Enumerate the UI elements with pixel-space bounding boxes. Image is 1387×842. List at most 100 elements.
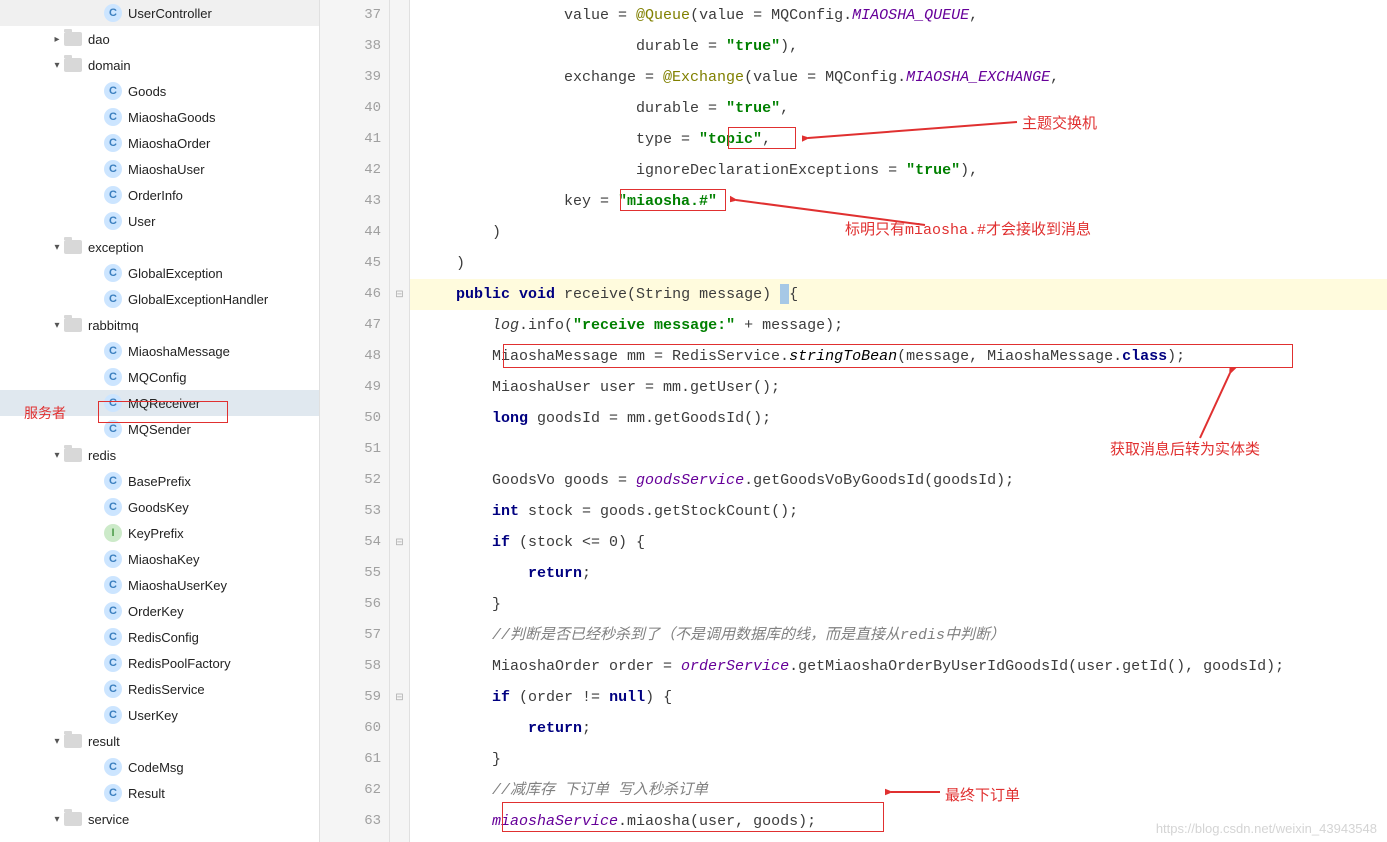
tree-file-keyprefix[interactable]: IKeyPrefix — [0, 520, 319, 546]
code-line[interactable]: int stock = goods.getStockCount(); — [410, 496, 1387, 527]
code-line[interactable]: if (stock <= 0) { — [410, 527, 1387, 558]
tree-file-baseprefix[interactable]: CBasePrefix — [0, 468, 319, 494]
code-line[interactable]: GoodsVo goods = goodsService.getGoodsVoB… — [410, 465, 1387, 496]
folder-icon — [64, 318, 82, 332]
tree-file-usercontroller[interactable]: CUserController — [0, 0, 319, 26]
fold-gutter[interactable]: ⊟ ⊟ ⊟ — [390, 0, 410, 842]
folder-icon — [64, 240, 82, 254]
fold-marker[interactable] — [390, 775, 409, 806]
class-icon: C — [104, 290, 122, 308]
tree-file-globalexception[interactable]: CGlobalException — [0, 260, 319, 286]
fold-marker[interactable]: ⊟ — [390, 682, 409, 713]
tree-file-miaoshagoods[interactable]: CMiaoshaGoods — [0, 104, 319, 130]
tree-file-mqconfig[interactable]: CMQConfig — [0, 364, 319, 390]
code-line[interactable]: if (order != null) { — [410, 682, 1387, 713]
code-line[interactable]: return; — [410, 713, 1387, 744]
tree-file-miaoshamessage[interactable]: CMiaoshaMessage — [0, 338, 319, 364]
code-line[interactable]: ignoreDeclarationExceptions = "true"), — [410, 155, 1387, 186]
tree-file-miaoshaorder[interactable]: CMiaoshaOrder — [0, 130, 319, 156]
fold-marker[interactable] — [390, 62, 409, 93]
code-line[interactable]: log.info("receive message:" + message); — [410, 310, 1387, 341]
fold-marker[interactable]: ⊟ — [390, 527, 409, 558]
fold-marker[interactable] — [390, 155, 409, 186]
fold-marker[interactable] — [390, 341, 409, 372]
fold-marker[interactable] — [390, 310, 409, 341]
class-icon: C — [104, 4, 122, 22]
fold-marker[interactable]: ⊟ — [390, 279, 409, 310]
code-line[interactable]: exchange = @Exchange(value = MQConfig.MI… — [410, 62, 1387, 93]
line-number: 58 — [320, 651, 381, 682]
tree-file-orderinfo[interactable]: COrderInfo — [0, 182, 319, 208]
tree-folder-domain[interactable]: ▾domain — [0, 52, 319, 78]
code-line[interactable]: //判断是否已经秒杀到了（不是调用数据库的线，而是直接从redis中判断） — [410, 620, 1387, 651]
fold-marker[interactable] — [390, 186, 409, 217]
code-line[interactable]: durable = "true"), — [410, 31, 1387, 62]
code-line[interactable]: value = @Queue(value = MQConfig.MIAOSHA_… — [410, 0, 1387, 31]
project-tree-sidebar[interactable]: CUserController▸dao▾domainCGoodsCMiaosha… — [0, 0, 320, 842]
tree-file-codemsg[interactable]: CCodeMsg — [0, 754, 319, 780]
tree-folder-redis[interactable]: ▾redis — [0, 442, 319, 468]
code-line[interactable]: return; — [410, 558, 1387, 589]
fold-marker[interactable] — [390, 589, 409, 620]
fold-marker[interactable] — [390, 93, 409, 124]
fold-marker[interactable] — [390, 372, 409, 403]
tree-file-miaoshakey[interactable]: C MiaoshaKey — [0, 546, 319, 572]
tree-folder-dao[interactable]: ▸dao — [0, 26, 319, 52]
tree-file-miaoshauserkey[interactable]: CMiaoshaUserKey — [0, 572, 319, 598]
fold-marker[interactable] — [390, 651, 409, 682]
tree-item-label: result — [88, 734, 120, 749]
tree-file-goodskey[interactable]: CGoodsKey — [0, 494, 319, 520]
fold-marker[interactable] — [390, 744, 409, 775]
fold-marker[interactable] — [390, 806, 409, 837]
tree-file-miaoshauser[interactable]: CMiaoshaUser — [0, 156, 319, 182]
code-area[interactable]: value = @Queue(value = MQConfig.MIAOSHA_… — [410, 0, 1387, 842]
tree-item-label: rabbitmq — [88, 318, 139, 333]
tree-item-label: CodeMsg — [128, 760, 184, 775]
tree-file-globalexceptionhandler[interactable]: CGlobalExceptionHandler — [0, 286, 319, 312]
chevron-icon: ▾ — [50, 242, 64, 253]
fold-marker[interactable] — [390, 558, 409, 589]
tree-file-redisservice[interactable]: CRedisService — [0, 676, 319, 702]
code-line[interactable]: public void receive(String message) { — [410, 279, 1387, 310]
fold-marker[interactable] — [390, 124, 409, 155]
tree-item-label: MiaoshaKey — [128, 552, 200, 567]
class-icon: C — [104, 108, 122, 126]
code-editor[interactable]: 3738394041424344454647484950515253545556… — [320, 0, 1387, 842]
fold-marker[interactable] — [390, 403, 409, 434]
fold-marker[interactable] — [390, 620, 409, 651]
fold-marker[interactable] — [390, 217, 409, 248]
fold-marker[interactable] — [390, 0, 409, 31]
class-icon: C — [104, 394, 122, 412]
folder-icon — [64, 32, 82, 46]
code-line[interactable]: } — [410, 589, 1387, 620]
chevron-icon: ▸ — [50, 34, 64, 45]
tree-folder-exception[interactable]: ▾exception — [0, 234, 319, 260]
code-line[interactable]: ) — [410, 248, 1387, 279]
fold-marker[interactable] — [390, 31, 409, 62]
fold-marker[interactable] — [390, 465, 409, 496]
tree-file-redispoolfactory[interactable]: CRedisPoolFactory — [0, 650, 319, 676]
fold-marker[interactable] — [390, 496, 409, 527]
tree-file-result[interactable]: CResult — [0, 780, 319, 806]
tree-file-orderkey[interactable]: COrderKey — [0, 598, 319, 624]
code-line[interactable]: } — [410, 744, 1387, 775]
tree-folder-result[interactable]: ▾result — [0, 728, 319, 754]
fold-marker[interactable] — [390, 434, 409, 465]
arrow-order — [885, 783, 945, 801]
folder-icon — [64, 58, 82, 72]
tree-folder-service[interactable]: ▾service — [0, 806, 319, 832]
code-line[interactable]: MiaoshaOrder order = orderService.getMia… — [410, 651, 1387, 682]
chevron-icon: ▾ — [50, 450, 64, 461]
tree-file-redisconfig[interactable]: CRedisConfig — [0, 624, 319, 650]
line-number: 45 — [320, 248, 381, 279]
fold-marker[interactable] — [390, 248, 409, 279]
tree-file-user[interactable]: CUser — [0, 208, 319, 234]
line-number: 47 — [320, 310, 381, 341]
fold-marker[interactable] — [390, 713, 409, 744]
class-icon: C — [104, 160, 122, 178]
tree-folder-rabbitmq[interactable]: ▾rabbitmq — [0, 312, 319, 338]
class-icon: C — [104, 550, 122, 568]
tree-item-label: MQReceiver — [128, 396, 200, 411]
tree-file-goods[interactable]: CGoods — [0, 78, 319, 104]
tree-file-userkey[interactable]: CUserKey — [0, 702, 319, 728]
